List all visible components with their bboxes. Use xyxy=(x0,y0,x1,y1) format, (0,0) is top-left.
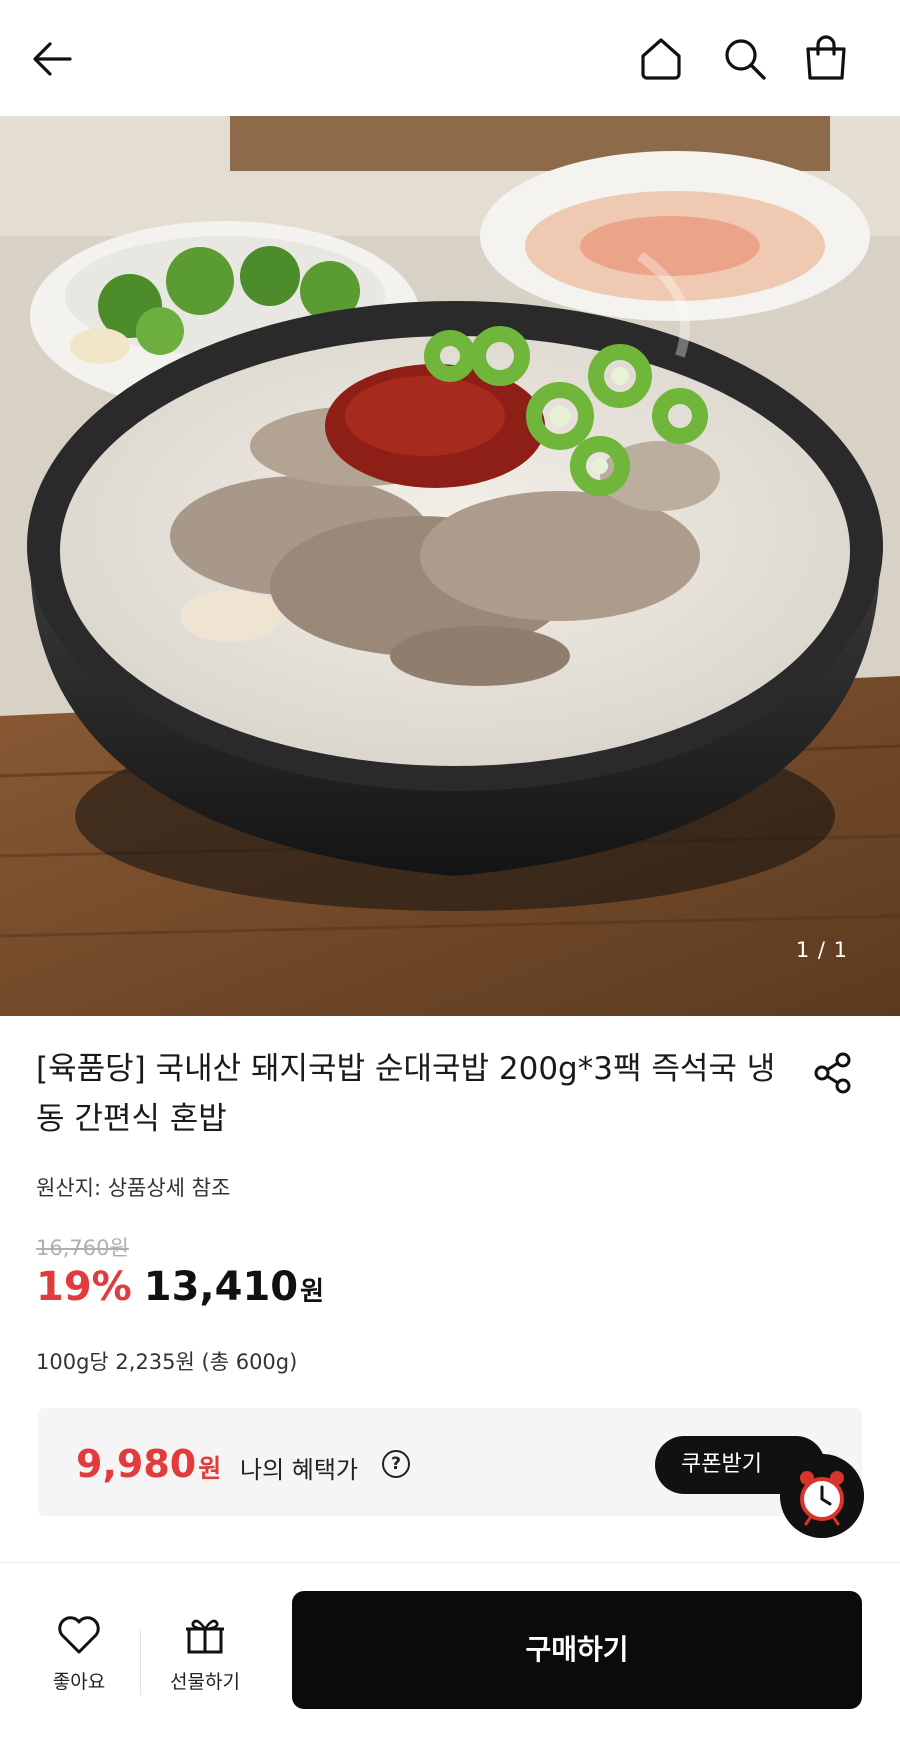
like-label: 좋아요 xyxy=(52,1671,106,1693)
gift-icon xyxy=(186,1619,224,1654)
arrow-left-icon[interactable] xyxy=(30,36,76,82)
product-origin: 원산지: 상품상세 참조 xyxy=(36,1176,231,1200)
gift-label: 선물하기 xyxy=(170,1671,240,1693)
home-icon[interactable] xyxy=(636,34,686,84)
benefit-price-value: 9,980 xyxy=(76,1442,197,1486)
image-counter: 1 / 1 xyxy=(795,938,848,962)
question-icon[interactable]: ? xyxy=(382,1450,410,1478)
gift-button[interactable]: 선물하기 xyxy=(150,1615,260,1694)
buy-button[interactable]: 구매하기 xyxy=(292,1591,862,1709)
sale-price: 13,410 xyxy=(143,1264,299,1310)
benefit-price-label: 나의 혜택가 xyxy=(240,1456,359,1484)
alarm-clock-icon[interactable] xyxy=(780,1454,864,1538)
top-nav-bar xyxy=(0,0,900,116)
product-title: [육품당] 국내산 돼지국밥 순대국밥 200g*3팩 즉석국 냉동 간편식 혼… xyxy=(36,1051,776,1137)
benefit-price: 9,980 원 xyxy=(76,1442,221,1486)
share-icon[interactable] xyxy=(810,1050,856,1096)
gukbap-bowl-illustration xyxy=(0,116,900,1016)
discount-rate: 19% xyxy=(36,1264,132,1310)
divider xyxy=(140,1629,141,1695)
search-icon[interactable] xyxy=(720,34,770,84)
unit-price: 100g당 2,235원 (총 600g) xyxy=(36,1350,298,1374)
product-image[interactable] xyxy=(0,116,900,1016)
heart-icon xyxy=(58,1616,100,1654)
original-price: 16,760원 xyxy=(36,1236,129,1260)
sale-price-unit: 원 xyxy=(300,1277,325,1307)
shopping-bag-icon[interactable] xyxy=(800,32,852,84)
benefit-price-unit: 원 xyxy=(198,1454,222,1483)
bottom-action-bar: 좋아요 선물하기 구매하기 xyxy=(0,1562,900,1738)
like-button[interactable]: 좋아요 xyxy=(24,1615,134,1694)
price-row: 19% 13,410 원 xyxy=(36,1264,324,1310)
